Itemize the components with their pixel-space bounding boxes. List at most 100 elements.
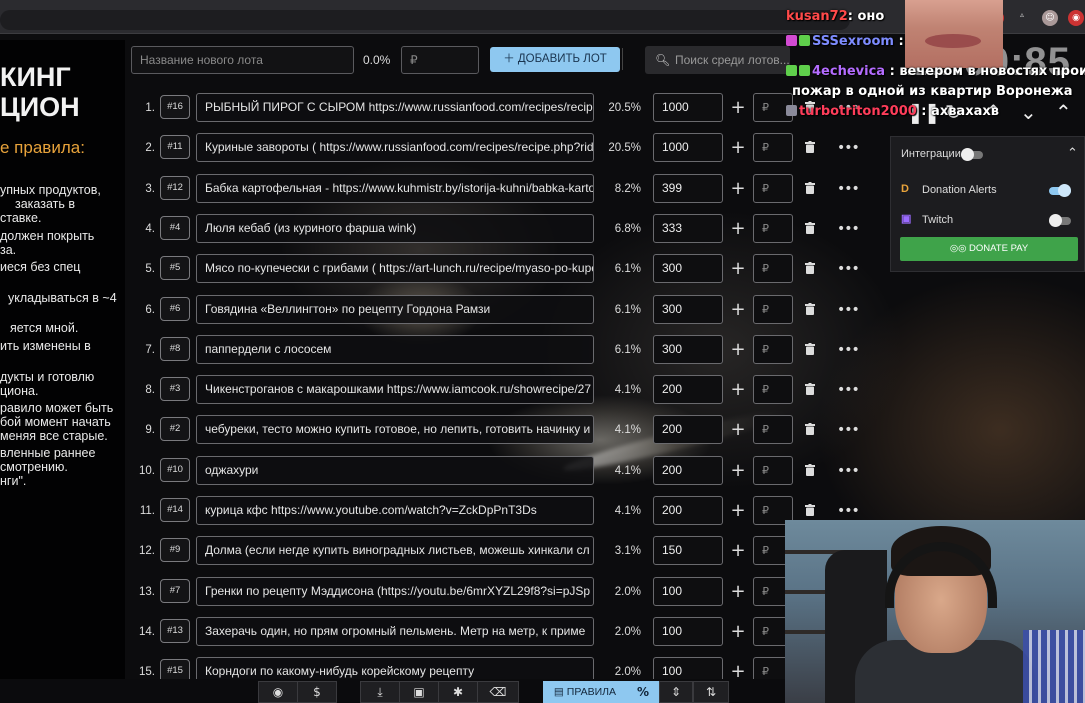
- chevron-up-icon[interactable]: ⌃: [1067, 145, 1078, 161]
- lot-name-input[interactable]: Чикенстроганов с макарошками https://www…: [196, 375, 594, 404]
- rules-button[interactable]: ▤ ПРАВИЛА: [543, 681, 627, 703]
- lot-amount-input[interactable]: 333: [653, 214, 723, 243]
- add-amount-input[interactable]: ₽: [753, 133, 793, 162]
- lot-id-badge[interactable]: #9: [160, 538, 190, 562]
- lot-amount-input[interactable]: 300: [653, 295, 723, 324]
- lot-name-input[interactable]: Бабка картофельная - https://www.kuhmist…: [196, 174, 594, 203]
- lot-id-badge[interactable]: #6: [160, 297, 190, 321]
- trash-icon[interactable]: [805, 303, 815, 315]
- add-amount-icon[interactable]: +: [728, 173, 748, 205]
- percent-toggle[interactable]: %: [627, 681, 659, 703]
- lot-amount-input[interactable]: 100: [653, 617, 723, 646]
- lot-name-input[interactable]: Гренки по рецепту Мэддисона (https://you…: [196, 577, 594, 606]
- lot-id-badge[interactable]: #12: [160, 176, 190, 200]
- bug-icon[interactable]: ✱: [438, 681, 478, 703]
- sort-icon[interactable]: ⇅: [693, 681, 729, 703]
- add-amount-input[interactable]: ₽: [753, 415, 793, 444]
- lot-name-input[interactable]: Говядина «Веллингтон» по рецепту Гордона…: [196, 295, 594, 324]
- lot-search-input[interactable]: 🔍︎ Поиск среди лотов...: [645, 46, 790, 74]
- download-icon[interactable]: ⤓: [360, 681, 400, 703]
- lot-name-input[interactable]: Захерачь один, но прям огромный пельмень…: [196, 617, 594, 646]
- trash-icon[interactable]: [805, 222, 815, 234]
- more-options-icon[interactable]: •••: [837, 132, 860, 164]
- lot-id-badge[interactable]: #11: [160, 135, 190, 159]
- lot-id-badge[interactable]: #3: [160, 377, 190, 401]
- clear-list-icon[interactable]: ⌫: [477, 681, 519, 703]
- add-amount-icon[interactable]: +: [728, 455, 748, 487]
- new-lot-name-input[interactable]: Название нового лота: [131, 46, 354, 74]
- trash-icon[interactable]: [805, 262, 815, 274]
- lot-id-badge[interactable]: #8: [160, 337, 190, 361]
- lot-id-badge[interactable]: #2: [160, 417, 190, 441]
- add-amount-icon[interactable]: +: [728, 334, 748, 366]
- lot-amount-input[interactable]: 1000: [653, 133, 723, 162]
- trash-icon[interactable]: [805, 383, 815, 395]
- lot-id-badge[interactable]: #4: [160, 216, 190, 240]
- lot-amount-input[interactable]: 399: [653, 174, 723, 203]
- more-options-icon[interactable]: •••: [837, 253, 860, 285]
- lot-name-input[interactable]: Долма (если негде купить виноградных лис…: [196, 536, 594, 565]
- integrations-toggle[interactable]: [961, 148, 983, 161]
- add-amount-icon[interactable]: +: [728, 535, 748, 567]
- lot-name-input[interactable]: чебуреки, тесто можно купить готовое, но…: [196, 415, 594, 444]
- lot-amount-input[interactable]: 200: [653, 415, 723, 444]
- twitch-toggle[interactable]: [1049, 214, 1071, 227]
- github-icon[interactable]: ◉: [258, 681, 298, 703]
- lot-amount-input[interactable]: 300: [653, 335, 723, 364]
- save-icon[interactable]: ▣: [399, 681, 439, 703]
- lot-amount-input[interactable]: 200: [653, 496, 723, 525]
- split-icon[interactable]: ⇕: [659, 681, 693, 703]
- add-amount-icon[interactable]: +: [728, 616, 748, 648]
- add-amount-icon[interactable]: +: [728, 132, 748, 164]
- lot-amount-input[interactable]: 200: [653, 375, 723, 404]
- add-amount-icon[interactable]: +: [728, 374, 748, 406]
- more-options-icon[interactable]: •••: [837, 374, 860, 406]
- new-lot-amount-input[interactable]: ₽: [401, 46, 479, 74]
- add-amount-icon[interactable]: +: [728, 576, 748, 608]
- add-amount-icon[interactable]: +: [728, 294, 748, 326]
- lot-name-input[interactable]: Люля кебаб (из куриного фарша wink): [196, 214, 594, 243]
- trash-icon[interactable]: [805, 423, 815, 435]
- add-amount-input[interactable]: ₽: [753, 174, 793, 203]
- donate-pay-button[interactable]: ◎◎ DONATE PAY: [900, 237, 1078, 261]
- dollar-button[interactable]: $: [297, 681, 337, 703]
- donation-alerts-toggle[interactable]: [1049, 184, 1071, 197]
- more-options-icon[interactable]: •••: [837, 414, 860, 446]
- lot-id-badge[interactable]: #7: [160, 579, 190, 603]
- add-lot-button[interactable]: ＋ ДОБАВИТЬ ЛОТ: [490, 47, 620, 72]
- lot-amount-input[interactable]: 300: [653, 254, 723, 283]
- add-amount-input[interactable]: ₽: [753, 295, 793, 324]
- lot-amount-input[interactable]: 1000: [653, 93, 723, 122]
- trash-icon[interactable]: [805, 343, 815, 355]
- lot-id-badge[interactable]: #14: [160, 498, 190, 522]
- lot-name-input[interactable]: Куриные завороты ( https://www.russianfo…: [196, 133, 594, 162]
- lot-amount-input[interactable]: 150: [653, 536, 723, 565]
- add-amount-input[interactable]: ₽: [753, 335, 793, 364]
- add-amount-icon[interactable]: +: [728, 92, 748, 124]
- lot-name-input[interactable]: паппердели с лососем: [196, 335, 594, 364]
- add-amount-icon[interactable]: +: [728, 414, 748, 446]
- more-options-icon[interactable]: •••: [837, 294, 860, 326]
- more-options-icon[interactable]: •••: [837, 173, 860, 205]
- lot-name-input[interactable]: Мясо по-купечески с грибами ( https://ar…: [196, 254, 594, 283]
- add-amount-icon[interactable]: +: [728, 253, 748, 285]
- lot-id-badge[interactable]: #13: [160, 619, 190, 643]
- trash-icon[interactable]: [805, 504, 815, 516]
- more-options-icon[interactable]: •••: [837, 455, 860, 487]
- browser-address-bar[interactable]: [0, 10, 850, 30]
- more-options-icon[interactable]: •••: [837, 334, 860, 366]
- trash-icon[interactable]: [805, 182, 815, 194]
- add-amount-icon[interactable]: +: [728, 495, 748, 527]
- trash-icon[interactable]: [805, 464, 815, 476]
- add-amount-input[interactable]: ₽: [753, 456, 793, 485]
- lot-name-input[interactable]: РЫБНЫЙ ПИРОГ С СЫРОМ https://www.russian…: [196, 93, 594, 122]
- lot-id-badge[interactable]: #10: [160, 458, 190, 482]
- add-amount-input[interactable]: ₽: [753, 214, 793, 243]
- more-options-icon[interactable]: •••: [837, 213, 860, 245]
- lot-name-input[interactable]: оджахури: [196, 456, 594, 485]
- lot-id-badge[interactable]: #5: [160, 256, 190, 280]
- add-amount-input[interactable]: ₽: [753, 375, 793, 404]
- lot-id-badge[interactable]: #16: [160, 95, 190, 119]
- lot-amount-input[interactable]: 100: [653, 577, 723, 606]
- add-amount-input[interactable]: ₽: [753, 254, 793, 283]
